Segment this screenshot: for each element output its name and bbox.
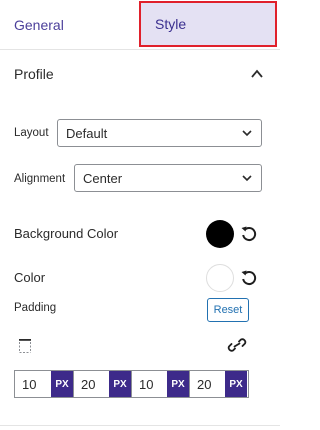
layout-value: Default — [66, 125, 108, 141]
chevron-up-icon[interactable] — [250, 67, 264, 81]
divider — [0, 425, 280, 426]
padding-bottom-field: 10 PX — [131, 371, 189, 397]
tab-bar: General Style — [0, 0, 280, 50]
padding-left-unit[interactable]: PX — [225, 371, 247, 397]
padding-inputs: 10 PX 20 PX 10 PX 20 PX — [14, 370, 249, 398]
alignment-value: Center — [83, 170, 123, 186]
alignment-label: Alignment — [14, 173, 66, 185]
padding-label: Padding — [14, 302, 57, 314]
padding-reset-button[interactable]: Reset — [207, 298, 249, 322]
layout-label: Layout — [14, 127, 49, 139]
reset-color-icon[interactable] — [240, 269, 258, 287]
text-color-swatch[interactable] — [206, 264, 234, 292]
padding-right-field: 20 PX — [73, 371, 131, 397]
tab-general[interactable]: General — [0, 0, 139, 49]
padding-left-input[interactable]: 20 — [189, 371, 225, 397]
chevron-down-icon — [242, 130, 252, 137]
unlink-icon[interactable] — [227, 336, 247, 354]
reset-color-icon[interactable] — [240, 225, 258, 243]
background-color-swatch[interactable] — [206, 220, 234, 248]
chevron-down-icon — [242, 175, 252, 182]
padding-top-field: 10 PX — [15, 371, 73, 397]
box-sides-icon[interactable] — [17, 338, 33, 354]
section-title: Profile — [14, 66, 54, 82]
padding-bottom-input[interactable]: 10 — [131, 371, 167, 397]
color-label: Color — [14, 270, 46, 285]
alignment-select[interactable]: Center — [74, 164, 262, 192]
padding-right-unit[interactable]: PX — [109, 371, 131, 397]
layout-row: Layout — [14, 124, 49, 142]
layout-select[interactable]: Default — [57, 119, 262, 147]
tab-style[interactable]: Style — [139, 1, 277, 47]
profile-section-header[interactable]: Profile — [0, 50, 280, 98]
background-color-label: Background Color — [14, 226, 119, 241]
padding-top-input[interactable]: 10 — [15, 371, 51, 397]
padding-top-unit[interactable]: PX — [51, 371, 73, 397]
padding-bottom-unit[interactable]: PX — [167, 371, 189, 397]
padding-left-field: 20 PX — [189, 371, 247, 397]
alignment-row: Alignment — [14, 170, 65, 188]
padding-right-input[interactable]: 20 — [73, 371, 109, 397]
